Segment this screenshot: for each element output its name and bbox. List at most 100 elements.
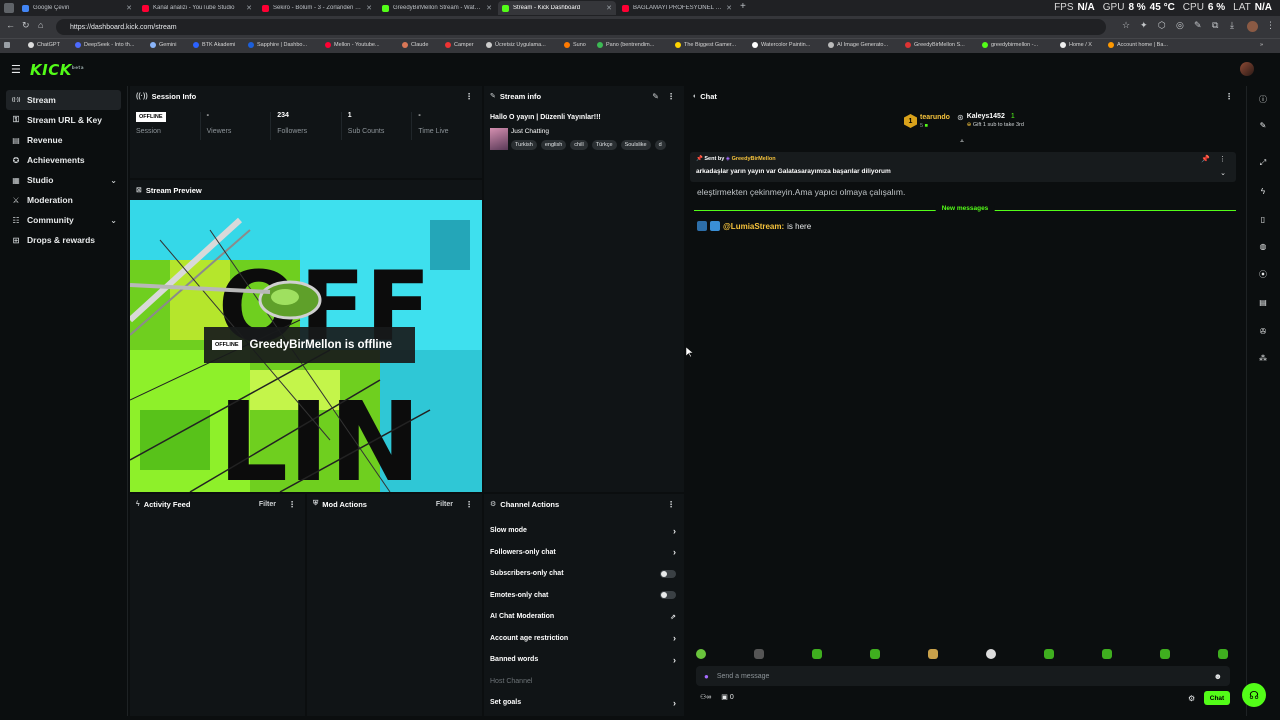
chat-bubble-icon[interactable]: ◍ — [1257, 241, 1269, 253]
tab-close-icon[interactable]: ✕ — [366, 4, 372, 12]
bookmark[interactable]: Watercolor Paintin... — [752, 42, 810, 48]
new-tab-icon[interactable]: + — [740, 1, 746, 12]
more-options-icon[interactable]: ⋮ — [465, 92, 473, 101]
chat-send-button[interactable]: Chat — [1204, 691, 1230, 705]
bookmark[interactable]: DeepSeek - Into th... — [75, 42, 134, 48]
extensions-puzzle-icon[interactable]: ⧉ — [1212, 20, 1218, 31]
emotes-only-toggle[interactable] — [660, 591, 676, 600]
slow-mode-row[interactable]: Slow mode › — [484, 520, 684, 542]
emote-icon[interactable] — [1102, 649, 1112, 659]
browser-tab[interactable]: BAĞLAMAYI PROFESYONEL ÇALM... ✕ — [618, 1, 736, 15]
expand-icon[interactable]: ⤢ — [1257, 157, 1269, 169]
bookmark[interactable]: ChatGPT — [28, 42, 60, 48]
browser-tab[interactable]: Kanal analizi - YouTube Studio ✕ — [138, 1, 256, 15]
url-field[interactable]: https://dashboard.kick.com/stream — [56, 19, 1106, 35]
bookmark[interactable]: Home / X — [1060, 42, 1092, 48]
kick-logo[interactable]: KICKbeta — [30, 61, 84, 79]
chat-username[interactable]: @LumiaStream: — [723, 222, 784, 231]
filter-button[interactable]: Filter — [436, 501, 453, 508]
sidebar-item-moderation[interactable]: ⚔ Moderation — [6, 190, 121, 210]
layout-icon[interactable]: ▤ — [1257, 297, 1269, 309]
browser-tab[interactable]: Google Çeviri ✕ — [18, 1, 136, 15]
bookmark[interactable]: Pano (bentrendim... — [597, 42, 654, 48]
tab-search-icon[interactable] — [4, 3, 14, 13]
bookmark[interactable]: AI Image Generato... — [828, 42, 888, 48]
extension-icon[interactable]: ◎ — [1176, 20, 1184, 31]
more-options-icon[interactable]: ⋮ — [667, 92, 675, 101]
browser-tab[interactable]: GreedyBirMellon Stream - Watch ... ✕ — [378, 1, 496, 15]
bookmark[interactable]: Account home | Ba... — [1108, 42, 1168, 48]
tab-close-icon[interactable]: ✕ — [126, 4, 132, 12]
emote-icon[interactable] — [870, 649, 880, 659]
sidebar-item-studio[interactable]: ▦ Studio ⌄ — [6, 170, 121, 190]
expand-leaderboard-icon[interactable]: ⩡ — [960, 138, 964, 146]
more-options-icon[interactable]: ⋮ — [288, 500, 296, 509]
account-age-row[interactable]: Account age restriction › — [484, 628, 684, 650]
tab-close-icon[interactable]: ✕ — [606, 4, 612, 12]
sidebar-item-revenue[interactable]: ▤ Revenue — [6, 130, 121, 150]
tab-close-icon[interactable]: ✕ — [246, 4, 252, 12]
bookmark[interactable]: BTK Akademi — [193, 42, 235, 48]
emote-icon[interactable] — [1218, 649, 1228, 659]
more-options-icon[interactable]: ⋮ — [667, 500, 675, 509]
microphone-icon[interactable]: ● — [704, 672, 709, 681]
pencil-icon[interactable]: ✎ — [1257, 120, 1269, 132]
menu-dots-icon[interactable]: ⋮ — [1266, 20, 1275, 31]
emote-icon[interactable] — [754, 649, 764, 659]
bookmark[interactable]: Camper — [445, 42, 474, 48]
emoji-icon[interactable]: ☻ — [1214, 672, 1222, 681]
info-icon[interactable]: ⓘ — [1257, 94, 1269, 106]
more-options-icon[interactable]: ⋮ — [1225, 92, 1233, 101]
emote-icon[interactable] — [986, 649, 996, 659]
bookmark[interactable]: greedybirmellon -... — [982, 42, 1038, 48]
bookmark[interactable]: Ücretsiz Uygulama... — [486, 42, 546, 48]
more-options-icon[interactable]: ⋮ — [1219, 155, 1226, 163]
banned-words-row[interactable]: Banned words › — [484, 649, 684, 671]
bookmarks-overflow-icon[interactable]: » — [1260, 42, 1263, 48]
bookmark[interactable]: Sapphire | Dashbo... — [248, 42, 307, 48]
sidebar-item-achievements[interactable]: ✪ Achievements — [6, 150, 121, 170]
emote-icon[interactable] — [928, 649, 938, 659]
star-icon[interactable]: ☆ — [1122, 20, 1130, 31]
help-headset-button[interactable]: ☊ — [1242, 683, 1266, 707]
user-avatar[interactable] — [1240, 62, 1254, 76]
filter-button[interactable]: Filter — [259, 501, 276, 508]
broadcast-icon[interactable]: ⦿ — [1257, 269, 1269, 281]
emote-icon[interactable] — [812, 649, 822, 659]
sidebar-item-stream-url-key[interactable]: ⚿ Stream URL & Key — [6, 110, 121, 130]
extension-icon[interactable]: ⬡ — [1158, 20, 1166, 31]
chat-input[interactable]: ● Send a message ☻ — [696, 666, 1230, 686]
subscribers-only-toggle[interactable] — [660, 569, 676, 578]
emote-icon[interactable] — [1160, 649, 1170, 659]
pin-icon[interactable]: 📌 — [1201, 155, 1210, 163]
followers-only-row[interactable]: Followers-only chat › — [484, 542, 684, 564]
users-icon[interactable]: ⚇∞ — [700, 693, 711, 701]
lightning-icon[interactable]: ϟ — [1257, 186, 1269, 198]
set-goals-row[interactable]: Set goals › — [484, 692, 684, 714]
tab-close-icon[interactable]: ✕ — [486, 4, 492, 12]
bookmarks-apps-icon[interactable] — [4, 42, 10, 48]
sidebar-item-community[interactable]: ☷ Community ⌄ — [6, 210, 121, 230]
back-icon[interactable]: ← — [6, 20, 15, 30]
bookmark[interactable]: GreedyBirMellon S... — [905, 42, 965, 48]
download-icon[interactable]: ⤓ — [1230, 20, 1234, 31]
browser-tab[interactable]: Sekiro - Bölüm - 3 - Zorlanden m... ✕ — [258, 1, 376, 15]
emote-icon[interactable] — [1044, 649, 1054, 659]
bookmark[interactable]: Gemini — [150, 42, 176, 48]
chevron-down-icon[interactable]: ⌄ — [1220, 169, 1226, 177]
bookmark[interactable]: Mellon - Youtube... — [325, 42, 380, 48]
top-gifter-1[interactable]: 1 tearundo 5 ■ — [904, 114, 950, 129]
sidebar-item-drops-rewards[interactable]: ⊞ Drops & rewards — [6, 230, 121, 250]
sidebar-item-stream[interactable]: ((·)) Stream — [6, 90, 121, 110]
document-icon[interactable]: ▯ — [1257, 214, 1269, 226]
hamburger-menu-icon[interactable]: ☰ — [11, 63, 21, 76]
home-icon[interactable]: ⌂ — [38, 20, 43, 30]
chat-settings-icon[interactable]: ⚙ — [1188, 694, 1195, 703]
add-widget-icon[interactable]: ⁂ — [1257, 353, 1269, 365]
reload-icon[interactable]: ↻ — [22, 20, 30, 31]
chat-message[interactable]: @LumiaStream: is here — [697, 221, 811, 231]
more-options-icon[interactable]: ⋮ — [465, 500, 473, 509]
ai-chat-moderation-row[interactable]: AI Chat Moderation ⇗ — [484, 606, 684, 628]
extension-icon[interactable]: ✎ — [1194, 20, 1202, 31]
bookmark[interactable]: The Biggest Gamer... — [675, 42, 736, 48]
